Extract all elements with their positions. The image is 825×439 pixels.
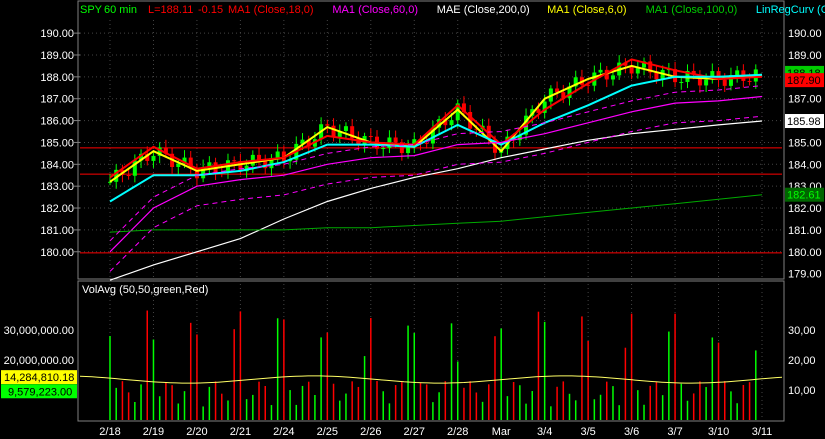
price-axis-left: 190.00 189.00 188.00 187.00 186.00 185.00 184.… [40, 28, 80, 259]
study-legend-item[interactable]: LinRegCurv (C… [756, 4, 825, 16]
candle-body [598, 69, 603, 73]
date-label: 2/18 [99, 426, 120, 438]
candle-body [232, 160, 237, 162]
volume-tick-label: 10,00 [788, 385, 816, 397]
candle-body [722, 79, 727, 86]
price-tick-label: 189.00 [40, 50, 74, 62]
date-label: 3/5 [580, 426, 595, 438]
price-tick-label: 181.00 [40, 225, 74, 237]
volume-tick-label: 20,00 [788, 355, 816, 367]
symbol-label: SPY [80, 4, 103, 16]
date-label: 2/25 [317, 426, 338, 438]
study-legend-item[interactable]: MA1 (Close,6,0) [547, 4, 626, 16]
price-tick-label: 181.00 [788, 225, 822, 237]
volume-tick-label: 20,000,000.00 [4, 355, 74, 367]
chart-header: SPY 60 min L=188.11 -0.15 MA1 (Close,18,… [80, 4, 825, 16]
price-tick-label: 190.00 [40, 28, 74, 40]
price-tag-label: 185.98 [787, 116, 821, 128]
candle-body [325, 124, 330, 126]
price-tick-label: 182.00 [40, 203, 74, 215]
candle-body [343, 126, 348, 131]
volume-study-title: VolAvg (50,50,green,Red) [82, 284, 208, 296]
price-tick-label: 184.00 [788, 159, 822, 171]
date-label: 3/4 [537, 426, 552, 438]
price-tick-label: 184.00 [40, 159, 74, 171]
price-tick-label: 190.00 [788, 28, 822, 40]
price-tag-label: 182.61 [787, 190, 821, 202]
candle-body [679, 81, 684, 83]
candle-body [406, 146, 411, 154]
volume-avg-tag-label: 14,284,810.18 [4, 372, 74, 384]
price-tick-label: 185.00 [40, 137, 74, 149]
volume-tick-label: 30,000,000.00 [4, 325, 74, 337]
study-legend-item[interactable]: MA1 (Close,100,0) [646, 4, 738, 16]
candle-body [275, 151, 280, 158]
candle-body [368, 136, 373, 138]
candle-body [704, 79, 709, 86]
date-label: 3/6 [624, 426, 639, 438]
candle-body [424, 142, 429, 144]
volume-tick-label: 30,00 [788, 325, 816, 337]
interval-label: 60 min [104, 4, 137, 16]
price-tick-label: 180.00 [788, 247, 822, 259]
candle-body [381, 147, 386, 149]
date-label: 2/27 [404, 426, 425, 438]
date-label: 3/11 [752, 426, 773, 438]
price-tick-label: 180.00 [40, 247, 74, 259]
date-label: Mar [492, 426, 511, 438]
date-label: 3/10 [708, 426, 729, 438]
candle-body [747, 80, 752, 82]
date-label: 2/26 [360, 426, 381, 438]
candle-body [331, 125, 336, 137]
date-axis: 2/18 2/19 2/20 2/21 2/24 2/25 2/26 2/27 2/28 Mar 3… [99, 426, 772, 438]
candle-body [449, 120, 454, 126]
price-tick-label: 179.00 [788, 269, 822, 281]
price-tick-label: 182.00 [788, 203, 822, 215]
date-label: 2/28 [447, 426, 468, 438]
date-label: 2/24 [273, 426, 294, 438]
candle-body [151, 155, 156, 161]
date-label: 2/21 [230, 426, 251, 438]
date-label: 3/7 [667, 426, 682, 438]
candle-body [126, 175, 131, 177]
price-tick-label: 183.00 [40, 181, 74, 193]
last-price-label: L=188.11 [148, 4, 193, 16]
candle-body [735, 70, 740, 76]
price-tick-label: 185.00 [788, 137, 822, 149]
change-label: -0.15 [198, 4, 223, 16]
price-tick-label: 188.00 [40, 72, 74, 84]
study-legend-item[interactable]: MA1 (Close,18,0) [228, 4, 314, 16]
price-tick-label: 187.00 [40, 94, 74, 106]
price-tick-label: 187.00 [788, 94, 822, 106]
price-tick-label: 186.00 [40, 116, 74, 128]
candle-body [610, 75, 615, 80]
chart-window[interactable]: SPY 60 min L=188.11 -0.15 MA1 (Close,18,… [0, 0, 825, 439]
study-legend-item[interactable]: MAE (Close,200,0) [437, 4, 530, 16]
volume-last-tag-label: 9,579,223.00 [8, 386, 72, 398]
study-legend-item[interactable]: MA1 (Close,60,0) [332, 4, 418, 16]
date-label: 2/20 [186, 426, 207, 438]
candle-body [393, 137, 398, 143]
price-tag-label: 187.90 [787, 75, 821, 87]
price-tick-label: 189.00 [788, 50, 822, 62]
date-label: 2/19 [143, 426, 164, 438]
